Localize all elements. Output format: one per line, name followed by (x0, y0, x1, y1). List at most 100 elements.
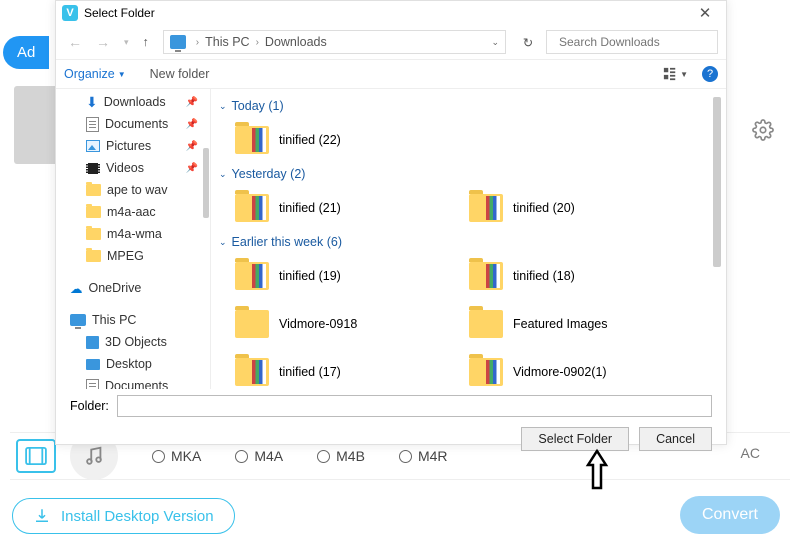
sidebar: ⬇Downloads📌Documents📌Pictures📌Videos📌ape… (56, 89, 211, 389)
search-input[interactable] (546, 30, 718, 54)
content-scrollbar[interactable] (710, 95, 724, 383)
folder-name-row: Folder: (56, 389, 726, 423)
tree-label: m4a-wma (107, 227, 162, 241)
tree-label: Documents (105, 117, 168, 131)
chevron-down-icon: ⌄ (219, 101, 227, 112)
folder-name: tinified (18) (513, 269, 575, 283)
up-icon[interactable]: ↑ (139, 35, 153, 49)
thispc-icon (70, 314, 86, 326)
gear-icon[interactable] (752, 119, 774, 146)
select-folder-button[interactable]: Select Folder (521, 427, 629, 451)
pin-icon: 📌 (186, 119, 198, 130)
app-logo-icon: V (62, 5, 78, 21)
folder-icon (469, 194, 503, 222)
thumbnail-placeholder (14, 86, 59, 164)
organize-menu[interactable]: Organize ▼ (64, 67, 126, 81)
pin-icon: 📌 (186, 163, 198, 174)
folder-name-input[interactable] (117, 395, 712, 417)
tree-label: Documents (105, 379, 168, 389)
tree-label: Pictures (106, 139, 151, 153)
tree-label: MPEG (107, 249, 144, 263)
add-button[interactable]: Ad (3, 36, 49, 69)
breadcrumb-root[interactable]: This PC (205, 35, 249, 49)
folder-item[interactable]: Vidmore-0902(1) (469, 351, 679, 389)
folder-icon (469, 310, 503, 338)
sidebar-item-desktop[interactable]: Desktop (56, 353, 210, 375)
folder-icon (469, 358, 503, 386)
sidebar-item-ape-to-wav[interactable]: ape to wav (56, 179, 210, 201)
help-icon[interactable]: ? (702, 66, 718, 82)
folder-name: tinified (21) (279, 201, 341, 215)
folder-label: Folder: (70, 399, 109, 413)
thispc-icon (170, 35, 186, 49)
document-icon (86, 117, 99, 132)
chevron-down-icon: ▼ (680, 70, 688, 79)
dialog-title: Select Folder (84, 6, 155, 20)
sidebar-item-this-pc[interactable]: This PC (56, 309, 210, 331)
chevron-down-icon: ⌄ (219, 237, 227, 248)
folder-name: tinified (20) (513, 201, 575, 215)
tree-label: This PC (92, 313, 136, 327)
convert-button[interactable]: Convert (680, 496, 780, 534)
folder-content: ⌄Today (1) tinified (22) ⌄Yesterday (2) tin… (211, 89, 726, 389)
folder-item[interactable]: Vidmore-0918 (235, 303, 445, 345)
toolbar: Organize ▼ New folder ▼ ? (56, 59, 726, 89)
pictures-icon (86, 140, 100, 152)
recent-chevron-icon[interactable]: ▾ (120, 37, 133, 48)
folder-item[interactable]: tinified (17) (235, 351, 445, 389)
pin-icon: 📌 (186, 141, 198, 152)
new-folder-button[interactable]: New folder (150, 67, 210, 81)
back-icon[interactable]: ← (64, 34, 86, 50)
tree-label: Desktop (106, 357, 152, 371)
breadcrumb[interactable]: › This PC › Downloads ⌄ (163, 30, 506, 54)
sidebar-scrollbar[interactable] (203, 93, 209, 385)
folder-item[interactable]: tinified (20) (469, 187, 679, 229)
close-icon[interactable]: ✕ (690, 4, 720, 22)
folder-name: tinified (17) (279, 365, 341, 379)
cancel-button[interactable]: Cancel (639, 427, 712, 451)
sidebar-item-mpeg[interactable]: MPEG (56, 245, 210, 267)
chevron-right-icon: › (196, 37, 199, 48)
folder-icon (469, 262, 503, 290)
tree-label: ape to wav (107, 183, 167, 197)
folder-item[interactable]: tinified (21) (235, 187, 445, 229)
folder-name: Featured Images (513, 317, 608, 331)
select-folder-dialog: V Select Folder ✕ ← → ▾ ↑ › This PC › Do… (55, 0, 727, 445)
folder-item[interactable]: tinified (19) (235, 255, 445, 297)
folder-name: Vidmore-0918 (279, 317, 357, 331)
video-format-icon[interactable] (16, 439, 56, 473)
sidebar-item-m4a-wma[interactable]: m4a-wma (56, 223, 210, 245)
3dobjects-icon (86, 336, 99, 349)
folder-item[interactable]: tinified (18) (469, 255, 679, 297)
install-desktop-button[interactable]: Install Desktop Version (12, 498, 235, 534)
group-header[interactable]: ⌄Yesterday (2) (219, 167, 726, 181)
sidebar-item-videos[interactable]: Videos📌 (56, 157, 210, 179)
chevron-down-icon: ⌄ (219, 169, 227, 180)
truncated-text: AC (741, 445, 760, 461)
sidebar-item-pictures[interactable]: Pictures 📌 (56, 135, 210, 157)
desktop-icon (86, 359, 100, 370)
chevron-down-icon[interactable]: ⌄ (491, 37, 499, 48)
chevron-down-icon: ▼ (118, 70, 126, 79)
refresh-icon[interactable]: ↻ (516, 35, 540, 50)
videos-icon (86, 163, 100, 174)
search-field[interactable] (559, 35, 714, 49)
forward-icon: → (92, 34, 114, 50)
view-options[interactable]: ▼ (663, 67, 688, 81)
document-icon (86, 379, 99, 390)
sidebar-item-downloads[interactable]: ⬇Downloads📌 (56, 91, 210, 113)
pin-icon: 📌 (186, 97, 198, 108)
folder-icon (235, 310, 269, 338)
sidebar-item-documents[interactable]: Documents 📌 (56, 113, 210, 135)
sidebar-item-documents[interactable]: Documents (56, 375, 210, 389)
group-header[interactable]: ⌄Today (1) (219, 99, 726, 113)
sidebar-item-m4a-aac[interactable]: m4a-aac (56, 201, 210, 223)
sidebar-item-3d-objects[interactable]: 3D Objects (56, 331, 210, 353)
breadcrumb-current[interactable]: Downloads (265, 35, 327, 49)
tree-label: 3D Objects (105, 335, 167, 349)
folder-item[interactable]: tinified (22) (235, 119, 445, 161)
folder-item[interactable]: Featured Images (469, 303, 679, 345)
chevron-right-icon: › (256, 37, 259, 48)
group-header[interactable]: ⌄Earlier this week (6) (219, 235, 726, 249)
sidebar-item-onedrive[interactable]: ☁OneDrive (56, 277, 210, 299)
